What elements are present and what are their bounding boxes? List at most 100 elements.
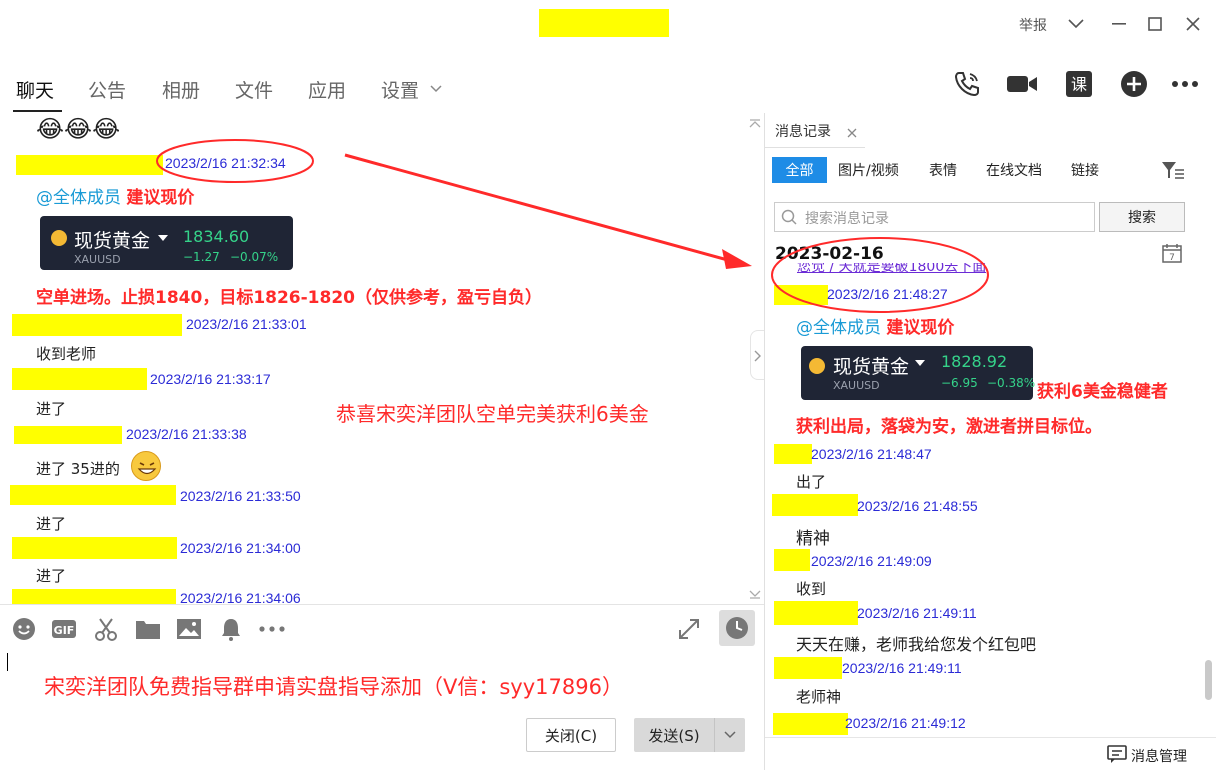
message-timestamp: 2023/2/16 21:49:09	[811, 553, 932, 569]
folder-icon[interactable]	[135, 616, 161, 642]
message-timestamp: 2023/2/16 21:48:55	[857, 498, 978, 514]
tab-album[interactable]: 相册	[162, 76, 200, 103]
quote-symbol: XAUUSD	[833, 379, 880, 392]
message-timestamp: 2023/2/16 21:49:11	[857, 605, 977, 621]
chevron-down-icon[interactable]	[1064, 12, 1088, 36]
more-tools-icon[interactable]	[259, 616, 285, 642]
gif-icon[interactable]: GIF	[51, 616, 77, 642]
send-button[interactable]: 发送(S)	[634, 718, 714, 752]
gold-quote-card[interactable]: 现货黄金 XAUUSD 1834.60 −1.27 −0.07%	[40, 216, 293, 270]
redacted-username	[12, 589, 176, 605]
redacted-username	[774, 549, 810, 571]
tab-message-history[interactable]: 消息记录	[775, 121, 831, 141]
close-icon[interactable]	[1181, 12, 1205, 36]
gold-coin-icon	[51, 230, 67, 246]
message-input[interactable]: 关闭(C) 发送(S)	[0, 650, 764, 770]
message-text: 进了	[36, 400, 67, 418]
quote-price: 1834.60	[183, 227, 250, 246]
quote-change-pct: −0.38%	[987, 376, 1036, 390]
panel-toggle[interactable]	[750, 330, 764, 380]
quote-change: −1.27	[183, 250, 220, 264]
expand-icon[interactable]	[676, 616, 702, 642]
congrats-overlay-text: 恭喜宋奕洋团队空单完美获利6美金	[336, 402, 649, 426]
search-button[interactable]: 搜索	[1099, 202, 1185, 232]
close-button[interactable]: 关闭(C)	[526, 718, 616, 752]
message-text: 收到	[796, 580, 827, 598]
message-timestamp: 2023/2/16 21:32:34	[165, 155, 286, 171]
svg-text:课: 课	[1071, 75, 1087, 94]
history-search-input[interactable]: 搜索消息记录	[774, 202, 1095, 232]
history-clock-icon[interactable]	[719, 610, 755, 646]
message-timestamp: 2023/2/16 21:33:50	[180, 488, 301, 504]
quote-change: −6.95	[941, 376, 978, 390]
message-timestamp: 2023/2/16 21:33:38	[126, 426, 247, 442]
phone-icon[interactable]	[951, 68, 983, 100]
redacted-username	[14, 426, 122, 444]
scissors-icon[interactable]	[93, 616, 119, 642]
collapse-down-icon[interactable]	[749, 590, 761, 600]
emoji-icon[interactable]	[11, 616, 37, 642]
report-button[interactable]: 举报	[1019, 15, 1047, 35]
mention-all[interactable]: @全体成员	[36, 188, 121, 208]
gold-quote-card[interactable]: 现货黄金 XAUUSD 1828.92 −6.95 −0.38%	[801, 346, 1036, 400]
suggest-text: 建议现价	[886, 318, 955, 338]
filter-media[interactable]: 图片/视频	[832, 157, 905, 183]
lesson-icon[interactable]: 课	[1063, 68, 1095, 100]
tab-files[interactable]: 文件	[235, 76, 273, 103]
image-icon[interactable]	[176, 616, 202, 642]
caret-down-icon	[158, 235, 168, 241]
close-tab-icon[interactable]	[847, 128, 857, 138]
message-history-panel: 消息记录 全部 图片/视频 表情 在线文档 链接 搜索消息记录 搜索 2023-…	[764, 113, 1216, 770]
message-text: @全体成员 建议现价	[796, 313, 954, 338]
emoji-message: 😂😂😂	[36, 115, 121, 143]
tab-divider	[765, 147, 865, 148]
svg-text:GIF: GIF	[54, 624, 75, 637]
mention-all[interactable]: @全体成员	[796, 318, 881, 338]
collapse-up-icon[interactable]	[749, 118, 761, 128]
message-timestamp: 2023/2/16 21:48:47	[811, 446, 932, 462]
gold-coin-icon	[809, 358, 825, 374]
tab-settings[interactable]: 设置	[381, 76, 419, 103]
profit-note: 获利6美金稳健者	[1037, 382, 1168, 402]
more-icon[interactable]	[1169, 68, 1201, 100]
suggest-text: 建议现价	[126, 188, 195, 208]
redacted-username	[10, 485, 176, 505]
filter-links[interactable]: 链接	[1065, 157, 1105, 183]
add-icon[interactable]	[1118, 68, 1150, 100]
message-timestamp: 2023/2/16 21:34:00	[180, 540, 301, 556]
message-text: 出了	[796, 473, 827, 491]
bell-icon[interactable]	[218, 616, 244, 642]
quote-name: 现货黄金	[833, 356, 910, 378]
message-manage-button[interactable]: 消息管理	[1131, 746, 1187, 766]
redacted-username	[774, 444, 812, 464]
calendar-icon[interactable]: 7	[1162, 243, 1182, 263]
truncated-link-text[interactable]: 您觉 / 天就是要破1800去下面	[797, 263, 986, 275]
minimize-icon[interactable]	[1107, 12, 1131, 36]
redacted-username	[16, 155, 163, 175]
filter-docs[interactable]: 在线文档	[980, 157, 1048, 183]
video-call-icon[interactable]	[1006, 68, 1038, 100]
message-timestamp: 2023/2/16 21:48:27	[827, 286, 948, 302]
message-manage-icon[interactable]	[1107, 745, 1127, 763]
chat-message-list[interactable]: 😂😂😂 2023/2/16 21:32:34 @全体成员 建议现价 现货黄金 X…	[0, 113, 764, 605]
message-text: 进了 35进的	[36, 460, 120, 478]
quote-name: 现货黄金	[74, 230, 151, 252]
tab-notice[interactable]: 公告	[88, 76, 126, 103]
tab-chat[interactable]: 聊天	[16, 76, 54, 103]
quote-price: 1828.92	[941, 352, 1008, 371]
message-text: 老师神	[796, 688, 842, 706]
send-options-button[interactable]	[714, 718, 745, 752]
chevron-down-icon[interactable]	[430, 85, 442, 93]
filter-all[interactable]: 全部	[772, 157, 827, 183]
history-scrollbar[interactable]	[1205, 660, 1212, 700]
filter-icon[interactable]	[1161, 160, 1185, 180]
filter-stickers[interactable]: 表情	[923, 157, 963, 183]
message-timestamp: 2023/2/16 21:33:01	[186, 316, 307, 332]
tab-apps[interactable]: 应用	[308, 76, 346, 103]
message-text: 收到老师	[36, 345, 97, 363]
chevron-down-icon	[724, 731, 736, 739]
redacted-title	[539, 9, 669, 37]
maximize-icon[interactable]	[1143, 12, 1167, 36]
message-timestamp: 2023/2/16 21:49:12	[845, 715, 966, 731]
quote-symbol: XAUUSD	[74, 253, 121, 266]
